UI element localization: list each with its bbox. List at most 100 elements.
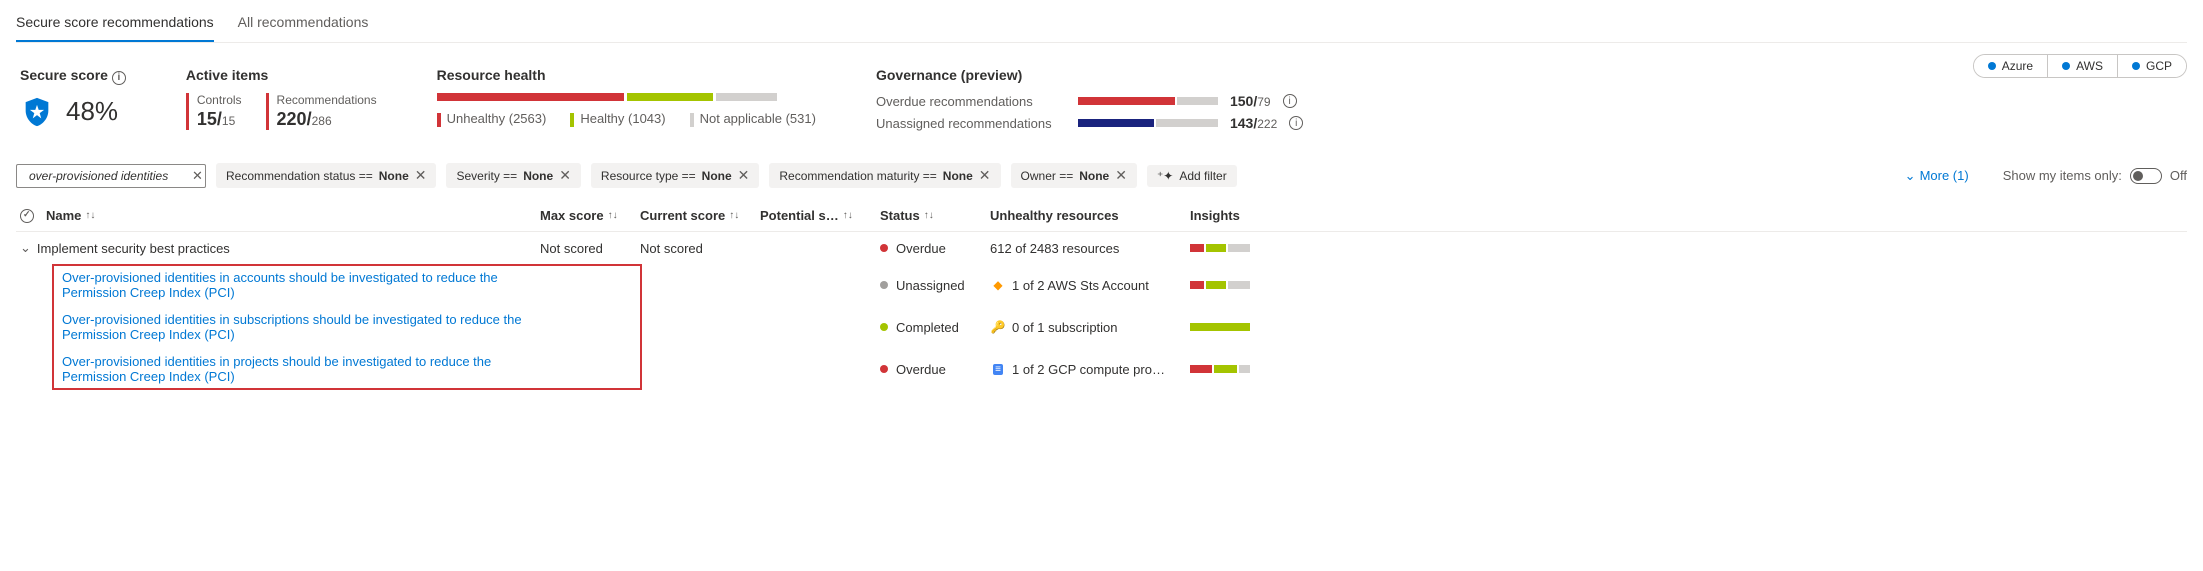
- group-resources: 612 of 2483 resources: [990, 241, 1119, 256]
- mini-bar: [1190, 244, 1250, 252]
- toggle-state: Off: [2170, 168, 2187, 183]
- status-dot-icon: [880, 244, 888, 252]
- status-dot-icon: [880, 281, 888, 289]
- active-items-title: Active items: [186, 67, 377, 83]
- unassigned-row: Unassigned recommendations 143/222 i: [876, 115, 2183, 131]
- resource-health-block: Resource health Unhealthy (2563) Healthy…: [437, 67, 816, 127]
- group-max: Not scored: [540, 241, 640, 256]
- table-row[interactable]: Over-provisioned identities in projects …: [16, 348, 2187, 390]
- gcp-dot-icon: [2132, 62, 2140, 70]
- filters-row: ✕ Recommendation status == None ✕ Severi…: [16, 163, 2187, 188]
- sort-icon[interactable]: ↑↓: [924, 210, 934, 221]
- overdue-den: 79: [1257, 95, 1270, 109]
- clear-search-icon[interactable]: ✕: [192, 168, 203, 184]
- overdue-row: Overdue recommendations 150/79 i: [876, 93, 2183, 109]
- remove-filter-icon[interactable]: ✕: [559, 167, 571, 184]
- sort-icon[interactable]: ↑↓: [608, 210, 618, 221]
- remove-filter-icon[interactable]: ✕: [415, 167, 427, 184]
- resource-health-bar: [437, 93, 777, 101]
- sort-icon[interactable]: ↑↓: [843, 210, 853, 221]
- col-potential[interactable]: Potential s…: [760, 208, 839, 223]
- shield-icon: [20, 95, 54, 129]
- sort-icon[interactable]: ↑↓: [85, 210, 95, 221]
- legend-na: Not applicable (531): [690, 111, 816, 127]
- filter-severity[interactable]: Severity == None ✕: [446, 163, 580, 188]
- resource-text: 1 of 2 AWS Sts Account: [1012, 278, 1149, 293]
- col-max[interactable]: Max score: [540, 208, 604, 223]
- controls-num: 15: [197, 109, 217, 129]
- azure-dot-icon: [1988, 62, 1996, 70]
- mini-bar: [1190, 323, 1250, 331]
- add-filter-button[interactable]: ⁺✦ Add filter: [1147, 165, 1237, 187]
- mini-bar: [1190, 365, 1250, 373]
- overdue-num: 150: [1230, 93, 1253, 109]
- search-input[interactable]: [29, 169, 186, 183]
- tabs-bar: Secure score recommendations All recomme…: [16, 8, 2187, 43]
- table-row[interactable]: Over-provisioned identities in accounts …: [16, 264, 2187, 306]
- overdue-label: Overdue recommendations: [876, 94, 1066, 109]
- recommendation-link[interactable]: Over-provisioned identities in accounts …: [20, 270, 540, 300]
- col-insights[interactable]: Insights: [1190, 208, 1240, 223]
- filter-resource-type[interactable]: Resource type == None ✕: [591, 163, 759, 188]
- more-filters-link[interactable]: ⌄ More (1): [1905, 168, 1969, 184]
- col-status[interactable]: Status: [880, 208, 920, 223]
- unassigned-den: 222: [1257, 117, 1277, 131]
- secure-score-title: Secure score: [20, 67, 108, 83]
- resource-text: 1 of 2 GCP compute pro…: [1012, 362, 1165, 377]
- recommendation-link[interactable]: Over-provisioned identities in projects …: [20, 354, 540, 384]
- filter-status[interactable]: Recommendation status == None ✕: [216, 163, 436, 188]
- remove-filter-icon[interactable]: ✕: [738, 167, 750, 184]
- cloud-pill-gcp[interactable]: GCP: [2118, 55, 2186, 77]
- gcp-icon: ≡: [990, 361, 1006, 377]
- chevron-down-icon[interactable]: ⌄: [20, 240, 31, 256]
- resource-health-title: Resource health: [437, 67, 816, 83]
- aws-dot-icon: [2062, 62, 2070, 70]
- cloud-label: Azure: [2002, 59, 2033, 73]
- table-row[interactable]: Over-provisioned identities in subscript…: [16, 306, 2187, 348]
- recommendation-link[interactable]: Over-provisioned identities in subscript…: [20, 312, 540, 342]
- search-input-wrapper[interactable]: ✕: [16, 164, 206, 188]
- cloud-pill-azure[interactable]: Azure: [1974, 55, 2048, 77]
- unassigned-label: Unassigned recommendations: [876, 116, 1066, 131]
- filter-owner[interactable]: Owner == None ✕: [1011, 163, 1137, 188]
- resource-text: 0 of 1 subscription: [1012, 320, 1118, 335]
- filter-maturity[interactable]: Recommendation maturity == None ✕: [769, 163, 1000, 188]
- remove-filter-icon[interactable]: ✕: [1115, 167, 1127, 184]
- show-my-items-toggle[interactable]: [2130, 168, 2162, 184]
- status-text: Unassigned: [896, 278, 965, 293]
- key-icon: 🔑: [990, 319, 1006, 335]
- info-icon[interactable]: i: [1283, 94, 1297, 108]
- filter-plus-icon: ⁺✦: [1157, 169, 1173, 183]
- status-dot-icon: [880, 365, 888, 373]
- group-name: Implement security best practices: [37, 241, 230, 256]
- cloud-pill-aws[interactable]: AWS: [2048, 55, 2118, 77]
- col-name[interactable]: Name: [46, 208, 81, 223]
- secure-score-value: 48%: [66, 96, 118, 127]
- tab-secure-score[interactable]: Secure score recommendations: [16, 8, 214, 42]
- table-header: Name ↑↓ Max score ↑↓ Current score ↑↓ Po…: [16, 202, 2187, 232]
- status-text: Completed: [896, 320, 959, 335]
- controls-count: Controls 15/15: [186, 93, 242, 130]
- info-icon[interactable]: i: [1289, 116, 1303, 130]
- group-current: Not scored: [640, 241, 760, 256]
- group-row[interactable]: ⌄ Implement security best practices Not …: [16, 232, 2187, 264]
- unassigned-num: 143: [1230, 115, 1253, 131]
- recs-den: 286: [312, 114, 332, 128]
- cloud-label: AWS: [2076, 59, 2103, 73]
- tab-all-recommendations[interactable]: All recommendations: [238, 8, 369, 42]
- col-unhealthy[interactable]: Unhealthy resources: [990, 208, 1119, 223]
- active-items-block: Active items Controls 15/15 Recommendati…: [186, 67, 377, 130]
- recommendations-count: Recommendations 220/286: [266, 93, 377, 130]
- remove-filter-icon[interactable]: ✕: [979, 167, 991, 184]
- recommendations-table: Name ↑↓ Max score ↑↓ Current score ↑↓ Po…: [16, 202, 2187, 390]
- aws-icon: ◆: [990, 277, 1006, 293]
- chevron-down-icon: ⌄: [1905, 168, 1916, 184]
- select-all-icon[interactable]: [20, 209, 34, 223]
- sort-icon[interactable]: ↑↓: [729, 210, 739, 221]
- recs-num: 220: [277, 109, 307, 129]
- col-current[interactable]: Current score: [640, 208, 725, 223]
- summary-row: Secure score i 48% Active items Controls…: [16, 61, 2187, 137]
- cloud-label: GCP: [2146, 59, 2172, 73]
- info-icon[interactable]: i: [112, 71, 126, 85]
- legend-unhealthy: Unhealthy (2563): [437, 111, 547, 127]
